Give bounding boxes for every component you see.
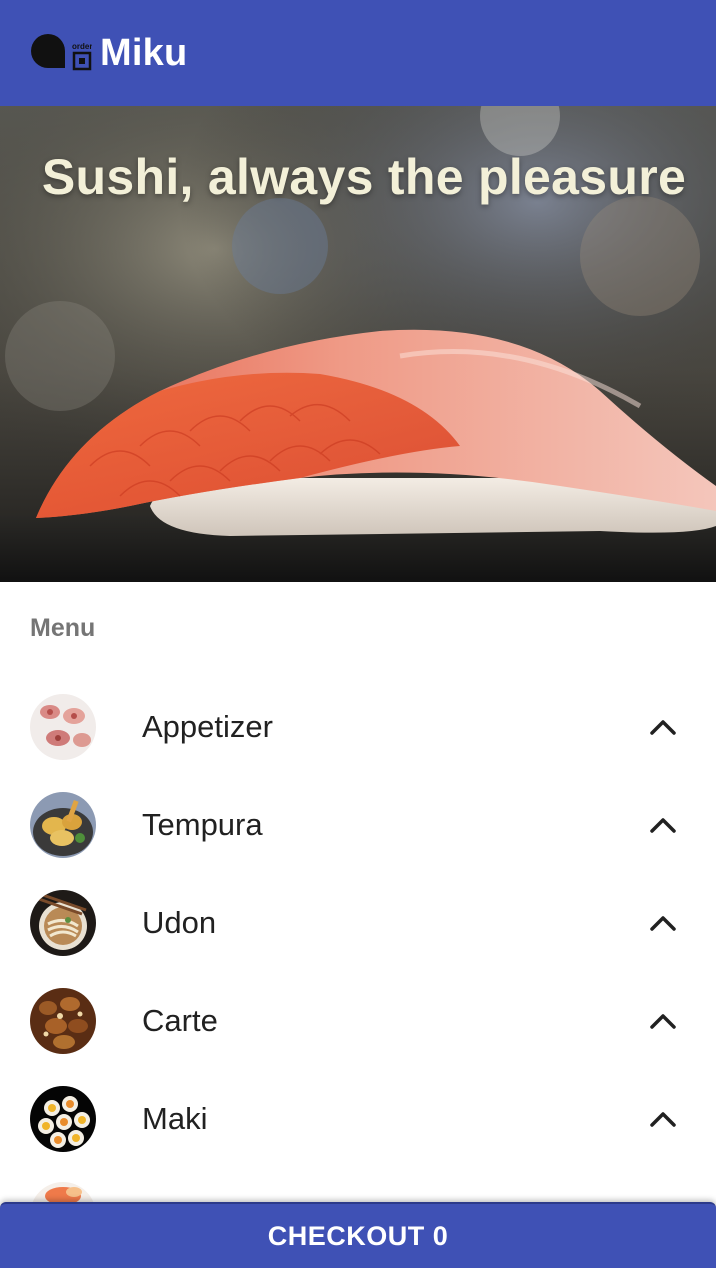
appetizer-thumbnail	[30, 694, 96, 760]
logo-text: order	[72, 42, 92, 51]
menu-item-label: Appetizer	[142, 709, 273, 744]
app-root: order Miku Sushi, always the pleasure Me…	[0, 0, 716, 1268]
app-title: Miku	[100, 31, 188, 74]
menu-item-label: Udon	[142, 905, 217, 940]
maki-thumbnail	[30, 1086, 96, 1152]
udon-thumbnail	[30, 890, 96, 956]
app-logo-icon[interactable]: order	[30, 33, 92, 73]
checkout-button[interactable]: CHECKOUT 0	[0, 1202, 716, 1268]
app-bar: order Miku	[0, 0, 716, 106]
carte-thumbnail	[30, 988, 96, 1054]
chevron-up-icon[interactable]	[648, 1006, 678, 1036]
menu-item-tempura[interactable]: Tempura	[0, 776, 716, 874]
menu-list: Appetizer Tempura Udon Carte Maki	[0, 678, 716, 1168]
menu-item-appetizer[interactable]: Appetizer	[0, 678, 716, 776]
tempura-thumbnail	[30, 792, 96, 858]
chevron-up-icon[interactable]	[648, 1104, 678, 1134]
menu-item-carte[interactable]: Carte	[0, 972, 716, 1070]
menu-item-label: Carte	[142, 1003, 218, 1038]
menu-heading: Menu	[30, 614, 96, 642]
hero-headline: Sushi, always the pleasure	[41, 149, 687, 205]
menu-item-maki[interactable]: Maki	[0, 1070, 716, 1168]
menu-item-udon[interactable]: Udon	[0, 874, 716, 972]
chevron-up-icon[interactable]	[648, 810, 678, 840]
menu-item-label: Tempura	[142, 807, 263, 842]
chevron-up-icon[interactable]	[648, 908, 678, 938]
hero-banner: Sushi, always the pleasure	[0, 106, 716, 582]
menu-item-label: Maki	[142, 1101, 208, 1136]
chevron-up-icon[interactable]	[648, 712, 678, 742]
